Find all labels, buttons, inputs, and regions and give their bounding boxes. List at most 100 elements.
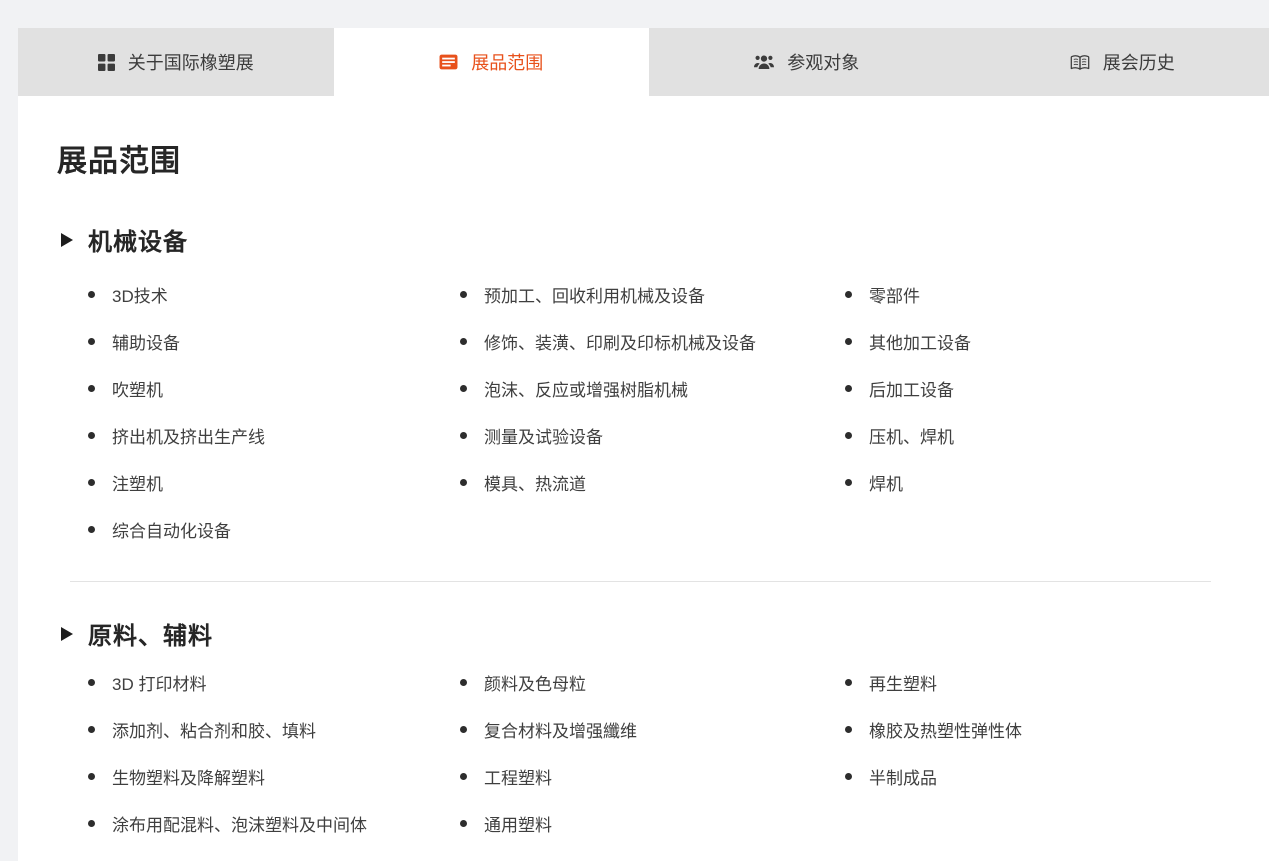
bullet-icon — [460, 773, 467, 780]
triangle-icon — [61, 627, 73, 641]
content-card: 展品范围 机械设备3D技术辅助设备吹塑机挤出机及挤出生产线注塑机综合自动化设备预… — [18, 96, 1269, 861]
tab-label: 展会历史 — [1103, 49, 1175, 75]
bullet-icon — [88, 291, 95, 298]
item-label: 颜料及色母粒 — [484, 670, 586, 695]
item-label: 预加工、回收利用机械及设备 — [484, 282, 705, 307]
list-item: 添加剂、粘合剂和胶、填料 — [88, 706, 460, 753]
item-label: 3D技术 — [112, 282, 168, 307]
list-item: 3D技术 — [88, 271, 460, 318]
tab-4[interactable]: 展会历史 — [965, 28, 1269, 96]
bullet-icon — [460, 291, 467, 298]
list-item: 后加工设备 — [845, 365, 1241, 412]
list-item: 压机、焊机 — [845, 412, 1241, 459]
item-label: 再生塑料 — [869, 670, 937, 695]
list-item: 修饰、装潢、印刷及印标机械及设备 — [460, 318, 845, 365]
list-item: 零部件 — [845, 271, 1241, 318]
news-icon — [439, 54, 458, 70]
item-column: 预加工、回收利用机械及设备修饰、装潢、印刷及印标机械及设备泡沫、反应或增强树脂机… — [460, 271, 845, 553]
page: 关于国际橡塑展展品范围参观对象展会历史 展品范围 机械设备3D技术辅助设备吹塑机… — [18, 28, 1269, 861]
item-label: 3D 打印材料 — [112, 670, 206, 695]
item-label: 后加工设备 — [869, 376, 954, 401]
list-item: 泡沫、反应或增强树脂机械 — [460, 365, 845, 412]
bullet-icon — [460, 679, 467, 686]
list-item: 模具、热流道 — [460, 459, 845, 506]
list-item: 焊机 — [845, 459, 1241, 506]
bullet-icon — [845, 385, 852, 392]
item-label: 涂布用配混料、泡沫塑料及中间体 — [112, 811, 367, 836]
list-item: 半制成品 — [845, 753, 1241, 800]
item-label: 模具、热流道 — [484, 470, 586, 495]
item-label: 其他加工设备 — [869, 329, 971, 354]
bullet-icon — [88, 820, 95, 827]
item-label: 复合材料及增强纖维 — [484, 717, 637, 742]
list-item: 测量及试验设备 — [460, 412, 845, 459]
section-1: 机械设备3D技术辅助设备吹塑机挤出机及挤出生产线注塑机综合自动化设备预加工、回收… — [57, 222, 1241, 553]
item-label: 工程塑料 — [484, 764, 552, 789]
list-item: 综合自动化设备 — [88, 506, 460, 553]
list-item: 再生塑料 — [845, 659, 1241, 706]
tab-3[interactable]: 参观对象 — [649, 28, 965, 96]
list-item: 工程塑料 — [460, 753, 845, 800]
bullet-icon — [460, 385, 467, 392]
item-label: 压机、焊机 — [869, 423, 954, 448]
bullet-icon — [460, 820, 467, 827]
grid-icon — [98, 54, 115, 71]
list-item: 辅助设备 — [88, 318, 460, 365]
tab-2[interactable]: 展品范围 — [334, 28, 650, 96]
bullet-icon — [845, 773, 852, 780]
list-item: 橡胶及热塑性弹性体 — [845, 706, 1241, 753]
tab-label: 展品范围 — [471, 49, 543, 75]
list-item: 通用塑料 — [460, 800, 845, 847]
section-items: 3D技术辅助设备吹塑机挤出机及挤出生产线注塑机综合自动化设备 预加工、回收利用机械… — [88, 271, 1241, 553]
book-icon — [1070, 54, 1090, 71]
section-title: 原料、辅料 — [88, 616, 213, 651]
item-label: 辅助设备 — [112, 329, 180, 354]
bullet-icon — [88, 773, 95, 780]
bullet-icon — [845, 726, 852, 733]
item-label: 焊机 — [869, 470, 903, 495]
bullet-icon — [460, 338, 467, 345]
item-label: 生物塑料及降解塑料 — [112, 764, 265, 789]
item-label: 泡沫、反应或增强树脂机械 — [484, 376, 688, 401]
bullet-icon — [845, 432, 852, 439]
bullet-icon — [88, 726, 95, 733]
section-divider — [70, 581, 1211, 582]
section-header: 原料、辅料 — [61, 616, 1241, 651]
item-label: 修饰、装潢、印刷及印标机械及设备 — [484, 329, 756, 354]
bullet-icon — [88, 385, 95, 392]
list-item: 颜料及色母粒 — [460, 659, 845, 706]
section-items: 3D 打印材料添加剂、粘合剂和胶、填料生物塑料及降解塑料涂布用配混料、泡沫塑料及… — [88, 659, 1241, 847]
bullet-icon — [460, 479, 467, 486]
list-item: 其他加工设备 — [845, 318, 1241, 365]
list-item: 注塑机 — [88, 459, 460, 506]
list-item: 涂布用配混料、泡沫塑料及中间体 — [88, 800, 460, 847]
bullet-icon — [88, 432, 95, 439]
item-label: 添加剂、粘合剂和胶、填料 — [112, 717, 316, 742]
sections: 机械设备3D技术辅助设备吹塑机挤出机及挤出生产线注塑机综合自动化设备预加工、回收… — [57, 222, 1241, 847]
page-title: 展品范围 — [57, 136, 1241, 180]
item-column: 再生塑料橡胶及热塑性弹性体半制成品 — [845, 659, 1241, 847]
item-label: 吹塑机 — [112, 376, 163, 401]
list-item: 复合材料及增强纖维 — [460, 706, 845, 753]
list-item: 3D 打印材料 — [88, 659, 460, 706]
bullet-icon — [460, 432, 467, 439]
bullet-icon — [88, 679, 95, 686]
section-2: 原料、辅料 3D 打印材料添加剂、粘合剂和胶、填料生物塑料及降解塑料涂布用配混料、… — [57, 616, 1241, 847]
item-column: 颜料及色母粒复合材料及增强纖维工程塑料通用塑料 — [460, 659, 845, 847]
tab-1[interactable]: 关于国际橡塑展 — [18, 28, 334, 96]
bullet-icon — [88, 526, 95, 533]
item-label: 综合自动化设备 — [112, 517, 231, 542]
list-item: 预加工、回收利用机械及设备 — [460, 271, 845, 318]
users-icon — [754, 54, 774, 70]
bullet-icon — [845, 679, 852, 686]
item-label: 挤出机及挤出生产线 — [112, 423, 265, 448]
bullet-icon — [88, 338, 95, 345]
tab-label: 参观对象 — [787, 49, 859, 75]
item-label: 注塑机 — [112, 470, 163, 495]
tab-label: 关于国际橡塑展 — [128, 49, 254, 75]
item-label: 测量及试验设备 — [484, 423, 603, 448]
bullet-icon — [845, 291, 852, 298]
tab-bar: 关于国际橡塑展 展品范围 参观对象 展会历史 — [18, 28, 1269, 96]
list-item: 吹塑机 — [88, 365, 460, 412]
item-label: 通用塑料 — [484, 811, 552, 836]
